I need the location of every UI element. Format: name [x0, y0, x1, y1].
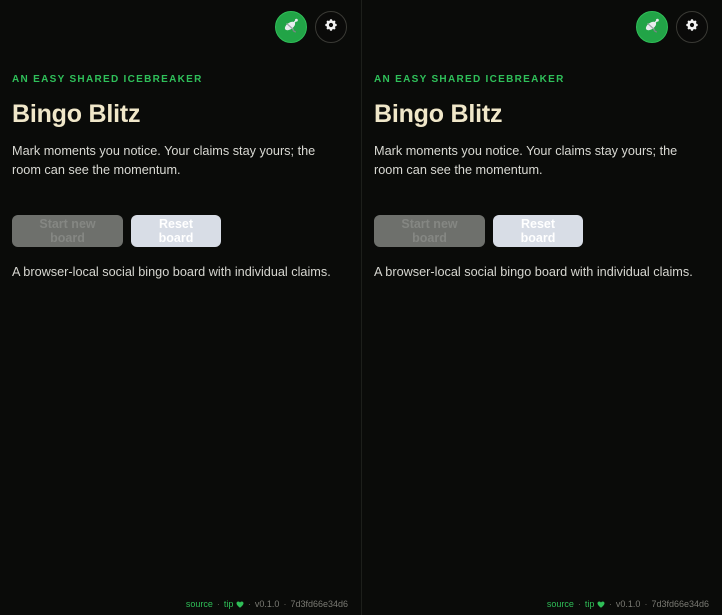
top-actions	[636, 11, 708, 43]
tip-link[interactable]: tip	[224, 599, 244, 609]
action-buttons: Start new board Reset board	[374, 215, 704, 247]
right-pane: AN EASY SHARED ICEBREAKER Bingo Blitz Ma…	[361, 0, 722, 615]
start-new-board-button[interactable]: Start new board	[12, 215, 123, 247]
tip-label: tip	[223, 599, 234, 609]
footer-separator: ·	[283, 599, 287, 609]
reset-board-button[interactable]: Reset board	[131, 215, 221, 247]
eyebrow: AN EASY SHARED ICEBREAKER	[12, 74, 203, 85]
sync-button[interactable]	[636, 11, 668, 43]
footer: source · tip · v0.1.0 · 7d3fd66e34d6	[186, 599, 348, 609]
eyebrow: AN EASY SHARED ICEBREAKER	[374, 74, 565, 85]
version-text: v0.1.0	[254, 599, 280, 609]
page-description: Mark moments you notice. Your claims sta…	[374, 144, 678, 177]
footer-separator: ·	[577, 599, 581, 609]
tip-link[interactable]: tip	[585, 599, 605, 609]
action-buttons: Start new board Reset board	[12, 215, 342, 247]
footer-separator: ·	[608, 599, 612, 609]
footer: source · tip · v0.1.0 · 7d3fd66e34d6	[547, 599, 709, 609]
hero-content: AN EASY SHARED ICEBREAKER Bingo Blitz Ma…	[374, 74, 704, 281]
satellite-dish-icon	[643, 16, 661, 39]
settings-button[interactable]	[315, 11, 347, 43]
commit-hash: 7d3fd66e34d6	[290, 599, 348, 609]
satellite-dish-icon	[282, 16, 300, 39]
split-preview: AN EASY SHARED ICEBREAKER Bingo Blitz Ma…	[0, 0, 722, 615]
left-pane: AN EASY SHARED ICEBREAKER Bingo Blitz Ma…	[0, 0, 361, 615]
commit-hash: 7d3fd66e34d6	[651, 599, 709, 609]
top-actions	[275, 11, 347, 43]
reset-board-button[interactable]: Reset board	[493, 215, 583, 247]
start-new-board-button[interactable]: Start new board	[374, 215, 485, 247]
gear-icon	[324, 18, 338, 37]
footer-separator: ·	[247, 599, 251, 609]
footer-separator: ·	[644, 599, 648, 609]
tip-label: tip	[584, 599, 595, 609]
hero-content: AN EASY SHARED ICEBREAKER Bingo Blitz Ma…	[12, 74, 342, 281]
source-link[interactable]: source	[186, 599, 213, 609]
page-title: Bingo Blitz	[12, 100, 141, 128]
gear-icon	[685, 18, 699, 37]
heart-icon	[597, 599, 605, 609]
page-title: Bingo Blitz	[374, 100, 503, 128]
app-summary: A browser-local social bingo board with …	[374, 265, 693, 279]
source-link[interactable]: source	[547, 599, 574, 609]
version-text: v0.1.0	[615, 599, 641, 609]
footer-separator: ·	[216, 599, 220, 609]
heart-icon	[236, 599, 244, 609]
page-description: Mark moments you notice. Your claims sta…	[12, 144, 316, 177]
sync-button[interactable]	[275, 11, 307, 43]
settings-button[interactable]	[676, 11, 708, 43]
app-summary: A browser-local social bingo board with …	[12, 265, 331, 279]
